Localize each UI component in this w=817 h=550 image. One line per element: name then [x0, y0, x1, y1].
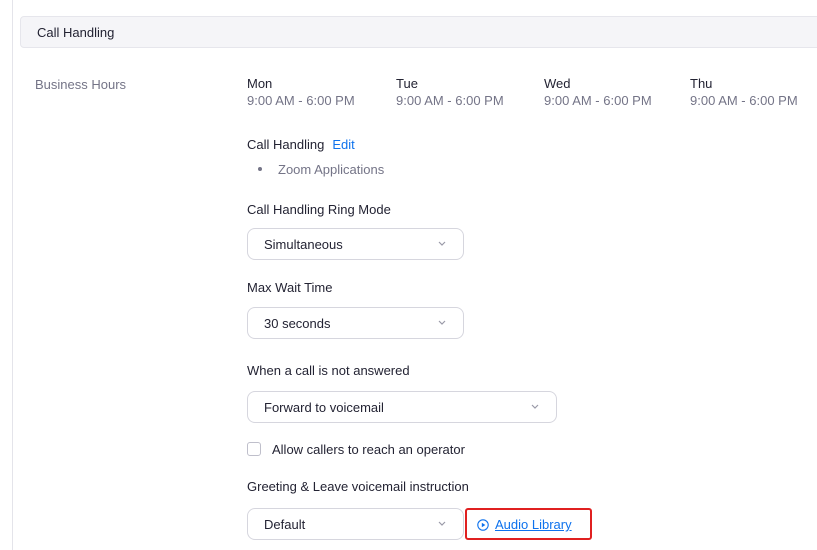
list-item: Zoom Applications: [258, 162, 384, 177]
day-name: Mon: [247, 76, 273, 91]
audio-library-label: Audio Library: [495, 517, 572, 532]
day-wed: Wed 9:00 AM - 6:00 PM: [544, 76, 694, 110]
day-mon: Mon 9:00 AM - 6:00 PM: [247, 76, 397, 110]
day-name: Tue: [396, 76, 418, 91]
chevron-down-icon: [438, 241, 446, 246]
day-hours: 9:00 AM - 6:00 PM: [544, 93, 652, 108]
ring-mode-value: Simultaneous: [264, 237, 343, 252]
edit-call-handling-link[interactable]: Edit: [332, 137, 354, 152]
day-hours: 9:00 AM - 6:00 PM: [396, 93, 504, 108]
greeting-value: Default: [264, 517, 306, 532]
operator-option[interactable]: Allow callers to reach an operator: [247, 440, 465, 458]
day-name: Thu: [690, 76, 713, 91]
call-handling-label: Call Handling Edit: [247, 137, 355, 152]
ring-mode-select[interactable]: Simultaneous: [247, 228, 464, 260]
call-handling-item: Zoom Applications: [278, 162, 385, 177]
call-handling-settings-page: Call Handling Business Hours Mon 9:00 AM…: [0, 0, 817, 550]
day-name: Wed: [544, 76, 571, 91]
chevron-down-icon: [531, 404, 539, 409]
day-tue: Tue 9:00 AM - 6:00 PM: [396, 76, 546, 110]
audio-library-highlight: Audio Library: [465, 508, 592, 540]
operator-checkbox-label: Allow callers to reach an operator: [272, 441, 465, 457]
greeting-label: Greeting & Leave voicemail instruction: [247, 479, 469, 494]
not-answered-value: Forward to voicemail: [264, 400, 384, 415]
chevron-down-icon: [438, 521, 446, 526]
max-wait-value: 30 seconds: [264, 316, 331, 331]
chevron-down-icon: [438, 320, 446, 325]
section-header: Call Handling: [20, 16, 817, 48]
bullet-icon: [258, 166, 262, 171]
greeting-select[interactable]: Default: [247, 508, 464, 540]
max-wait-label: Max Wait Time: [247, 280, 333, 295]
day-hours: 9:00 AM - 6:00 PM: [247, 93, 355, 108]
section-title: Call Handling: [37, 25, 115, 40]
not-answered-select[interactable]: Forward to voicemail: [247, 391, 557, 423]
max-wait-select[interactable]: 30 seconds: [247, 307, 464, 339]
day-hours: 9:00 AM - 6:00 PM: [690, 93, 798, 108]
day-thu: Thu 9:00 AM - 6:00 PM: [690, 76, 817, 110]
audio-library-link[interactable]: Audio Library: [477, 517, 572, 532]
call-handling-title: Call Handling: [247, 137, 325, 152]
ring-mode-label: Call Handling Ring Mode: [247, 202, 391, 217]
play-circle-icon: [477, 518, 489, 531]
not-answered-label: When a call is not answered: [247, 363, 410, 378]
left-divider: [12, 0, 13, 550]
business-hours-label: Business Hours: [35, 77, 127, 92]
operator-checkbox[interactable]: [247, 442, 261, 456]
